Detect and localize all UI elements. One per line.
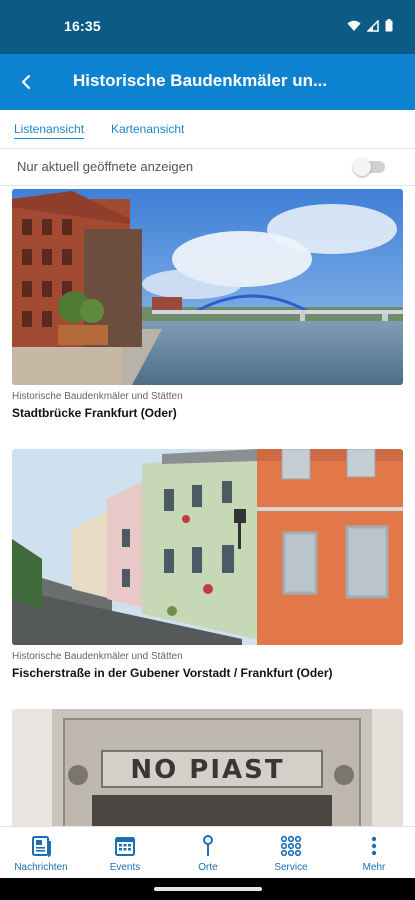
signal-icon bbox=[367, 19, 379, 32]
nav-label: Service bbox=[274, 862, 308, 873]
place-image: NO PIAST bbox=[12, 709, 403, 826]
open-now-toggle[interactable] bbox=[353, 158, 387, 176]
nav-label: Mehr bbox=[362, 862, 386, 873]
list-item[interactable]: Historische Baudenkmäler und Stätten Fis… bbox=[12, 449, 403, 680]
status-icons bbox=[347, 19, 393, 32]
more-vertical-icon bbox=[371, 836, 377, 856]
home-indicator[interactable] bbox=[154, 887, 262, 891]
view-tabs: Listenansicht Kartenansicht bbox=[0, 110, 415, 148]
bottom-navigation: Nachrichten Events Orte Service Mehr bbox=[0, 826, 415, 878]
nav-label: Events bbox=[109, 862, 141, 873]
sign-text: NO PIAST bbox=[130, 755, 285, 785]
list-item[interactable]: NO PIAST bbox=[12, 709, 403, 826]
nav-events[interactable]: Events bbox=[90, 833, 160, 873]
gesture-bar bbox=[0, 878, 415, 900]
place-image bbox=[12, 449, 403, 645]
nav-service[interactable]: Service bbox=[256, 833, 326, 873]
item-title: Stadtbrücke Frankfurt (Oder) bbox=[12, 406, 177, 420]
app-bar: Historische Baudenkmäler un... bbox=[0, 54, 415, 110]
places-list: Historische Baudenkmäler und Stätten Sta… bbox=[0, 186, 415, 826]
open-now-filter: Nur aktuell geöffnete anzeigen bbox=[0, 148, 415, 186]
nav-label: Nachrichten bbox=[14, 862, 68, 873]
newspaper-icon bbox=[32, 836, 51, 857]
nav-nachrichten[interactable]: Nachrichten bbox=[6, 833, 76, 873]
item-title: Fischerstraße in der Gubener Vorstadt / … bbox=[12, 666, 333, 680]
back-button[interactable] bbox=[10, 66, 42, 98]
toggle-thumb bbox=[353, 158, 371, 176]
tab-map-view[interactable]: Kartenansicht bbox=[111, 122, 184, 136]
page-title: Historische Baudenkmäler un... bbox=[73, 71, 328, 90]
calendar-icon bbox=[115, 837, 135, 856]
grid-icon bbox=[280, 835, 302, 857]
tab-list-view[interactable]: Listenansicht bbox=[14, 122, 85, 139]
filter-label: Nur aktuell geöffnete anzeigen bbox=[17, 159, 194, 174]
item-category: Historische Baudenkmäler und Stätten bbox=[12, 651, 183, 662]
place-image bbox=[12, 189, 403, 385]
nav-label: Orte bbox=[198, 862, 218, 873]
list-item[interactable]: Historische Baudenkmäler und Stätten Sta… bbox=[12, 189, 403, 420]
arrow-back-icon bbox=[21, 74, 31, 90]
status-time: 16:35 bbox=[64, 18, 101, 34]
item-category: Historische Baudenkmäler und Stätten bbox=[12, 391, 183, 402]
battery-icon bbox=[385, 19, 393, 32]
wifi-icon bbox=[347, 20, 361, 31]
app-screen: 16:35 Historische Baudenkmäler un... Lis… bbox=[0, 0, 415, 900]
nav-mehr[interactable]: Mehr bbox=[339, 833, 409, 873]
nav-orte[interactable]: Orte bbox=[173, 833, 243, 873]
status-bar: 16:35 bbox=[0, 0, 415, 54]
pin-icon bbox=[203, 835, 213, 856]
